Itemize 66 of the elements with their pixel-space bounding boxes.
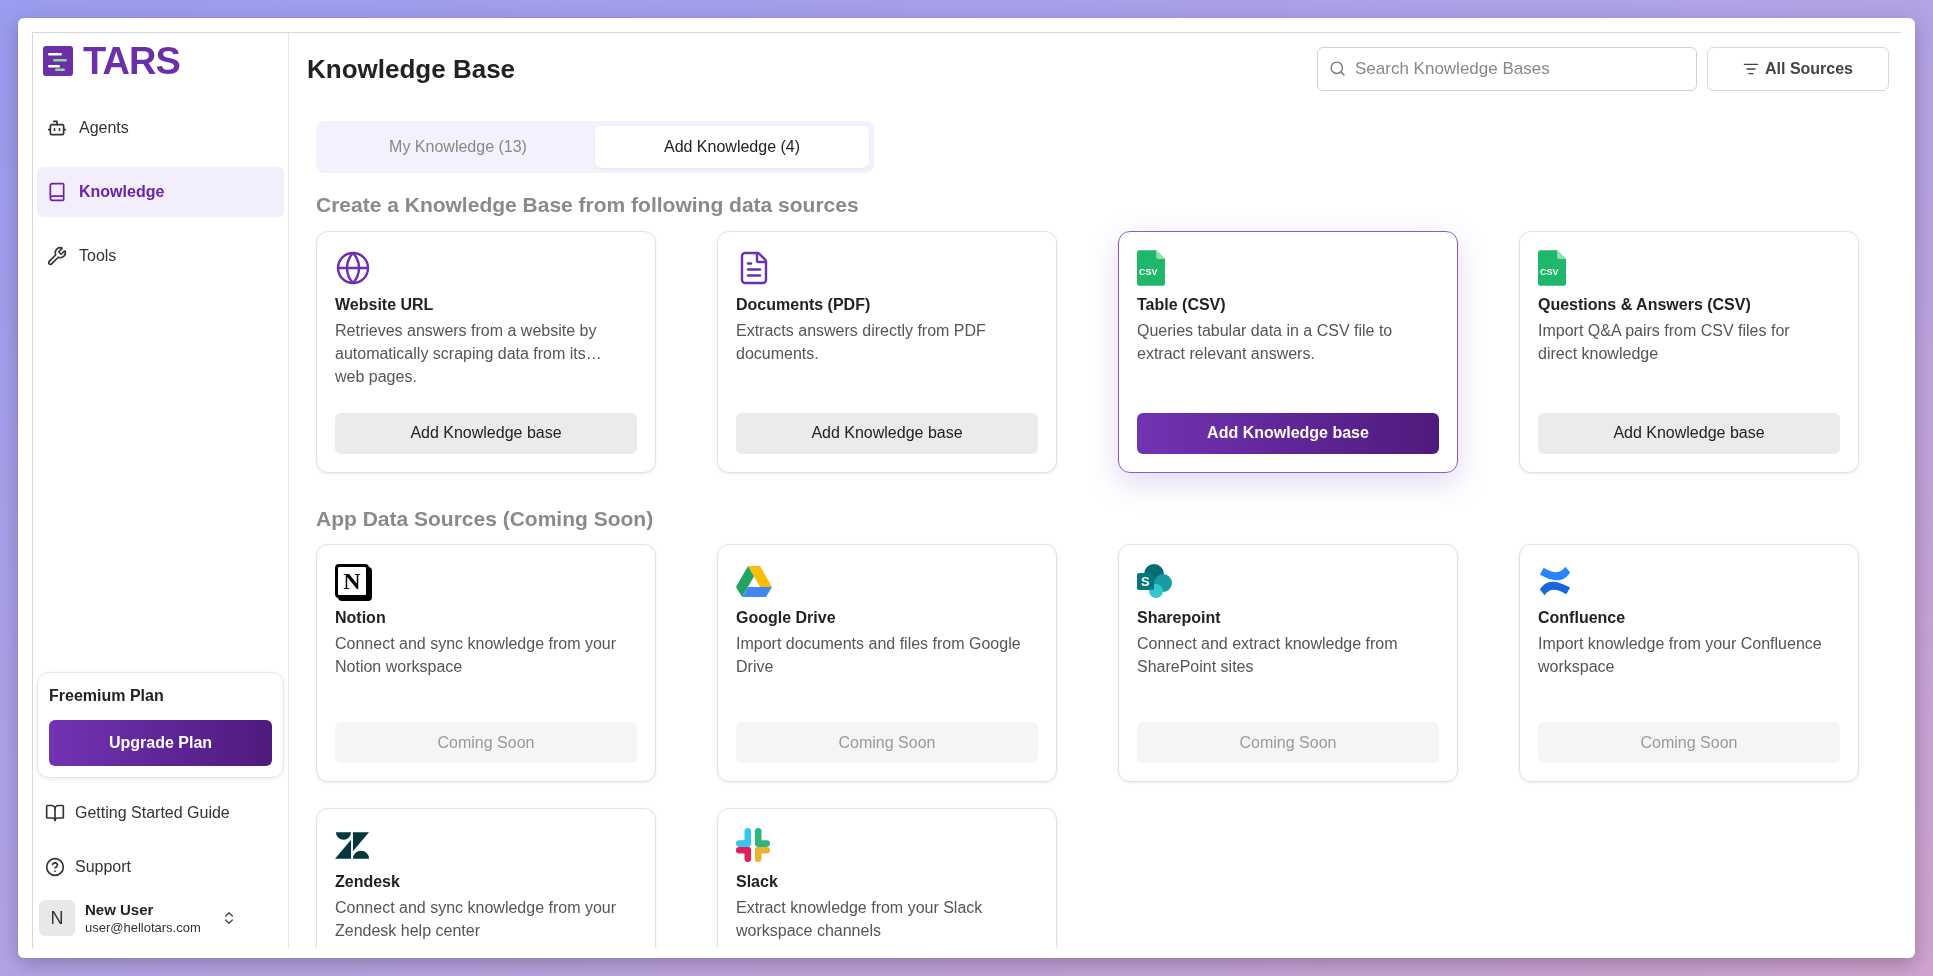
drive-logo-icon — [736, 565, 772, 597]
help-icon — [45, 857, 65, 877]
sidebar-item[interactable]: Agents — [37, 103, 284, 153]
source-card[interactable]: CSV Table (CSV) Queries tabular data in a CSV file to extract relevant answers. Add Knowledge base — [1118, 230, 1458, 473]
card-description: Extracts answers directly from PDF documents. — [736, 320, 987, 364]
sidebar-item[interactable]: Knowledge — [37, 167, 284, 217]
logo-icon — [43, 46, 73, 76]
source-card[interactable]: Zendesk Connect and sync knowledge from your Zendesk help center — [316, 808, 656, 948]
search-icon — [1329, 60, 1346, 77]
zendesk-logo-icon — [335, 831, 369, 859]
card-description: Import documents and files from Google Drive — [736, 634, 1022, 677]
card-title: Documents (PDF) — [736, 294, 872, 315]
card-description: Connect and extract knowledge from SharePoint sites — [1137, 634, 1399, 677]
slack-logo-icon — [736, 828, 770, 862]
confluence-logo-icon — [1538, 564, 1572, 598]
add-knowledge-button[interactable]: Add Knowledge base — [335, 412, 637, 454]
card-description: Import knowledge from your Confluence workspace — [1538, 634, 1823, 677]
card-title: Notion — [335, 608, 387, 628]
user-name: New User — [85, 900, 155, 919]
card-description: Import Q&A pairs from CSV files for direct knowledge — [1538, 320, 1791, 364]
robot-icon — [47, 118, 67, 138]
source-filter-button[interactable]: All Sources — [1707, 47, 1889, 91]
search-field[interactable]: Search Knowledge Bases — [1317, 47, 1697, 91]
sidebar-item[interactable]: Tools — [37, 231, 284, 281]
file-type-label: CSV — [1540, 266, 1559, 277]
tab[interactable]: Add Knowledge (4) — [595, 126, 869, 168]
sidebar-link[interactable]: Support — [37, 842, 284, 892]
wrench-icon — [47, 246, 67, 266]
sharepoint-logo-icon — [1137, 563, 1173, 599]
source-card[interactable]: Documents (PDF) Extracts answers directly from PDF documents. Add Knowledge base — [717, 230, 1057, 473]
plan-title: Freemium Plan — [49, 686, 165, 706]
section-heading: Create a Knowledge Base from following data sources — [316, 192, 860, 218]
notion-logo-icon: N — [335, 564, 369, 598]
card-description: Extract knowledge from your Slack workspace channels — [736, 898, 984, 941]
card-description: Connect and sync knowledge from your Notion workspace — [335, 634, 618, 677]
add-knowledge-button[interactable]: Add Knowledge base — [1538, 412, 1840, 454]
card-title: Slack — [736, 872, 779, 892]
book-icon — [47, 182, 67, 202]
upgrade-plan-button[interactable]: Upgrade Plan — [49, 720, 272, 766]
page-title: Knowledge Base — [307, 52, 516, 86]
file-type-label: CSV — [1139, 266, 1158, 277]
card-title: Zendesk — [335, 872, 401, 892]
card-title: Google Drive — [736, 608, 837, 628]
globe-icon — [335, 249, 371, 286]
source-card[interactable]: Website URL Retrieves answers from a website by automatically scraping data from its… web pages. Add Knowledge base — [316, 230, 656, 473]
file-icon — [1137, 249, 1165, 286]
user-email: user@hellotars.com — [85, 918, 201, 936]
card-description: Queries tabular data in a CSV file to extract relevant answers. — [1137, 320, 1394, 364]
section-heading: App Data Sources (Coming Soon) — [316, 505, 655, 532]
open-book-icon — [45, 803, 65, 823]
card-description: Retrieves answers from a website by automatically scraping data from its… web pages. — [335, 320, 603, 387]
brand-name: TARS — [83, 41, 180, 81]
add-knowledge-button[interactable]: Add Knowledge base — [1137, 412, 1439, 454]
filter-icon — [1743, 61, 1759, 77]
source-card[interactable]: CSV Questions & Answers (CSV) Import Q&A pairs from CSV files for direct knowledge Add Knowledge base — [1519, 230, 1859, 473]
card-title: Confluence — [1538, 608, 1627, 628]
card-title: Website URL — [335, 294, 435, 315]
card-title: Table (CSV) — [1137, 294, 1227, 315]
source-card[interactable]: Slack Extract knowledge from your Slack workspace channels — [717, 808, 1057, 948]
sidebar-link[interactable]: Getting Started Guide — [37, 788, 284, 838]
card-title: Questions & Answers (CSV) — [1538, 294, 1752, 315]
card-title: Sharepoint — [1137, 608, 1222, 628]
file-icon — [1538, 249, 1566, 286]
user-avatar: N — [39, 900, 75, 936]
card-description: Connect and sync knowledge from your Zendesk help center — [335, 898, 618, 941]
add-knowledge-button[interactable]: Add Knowledge base — [736, 412, 1038, 454]
